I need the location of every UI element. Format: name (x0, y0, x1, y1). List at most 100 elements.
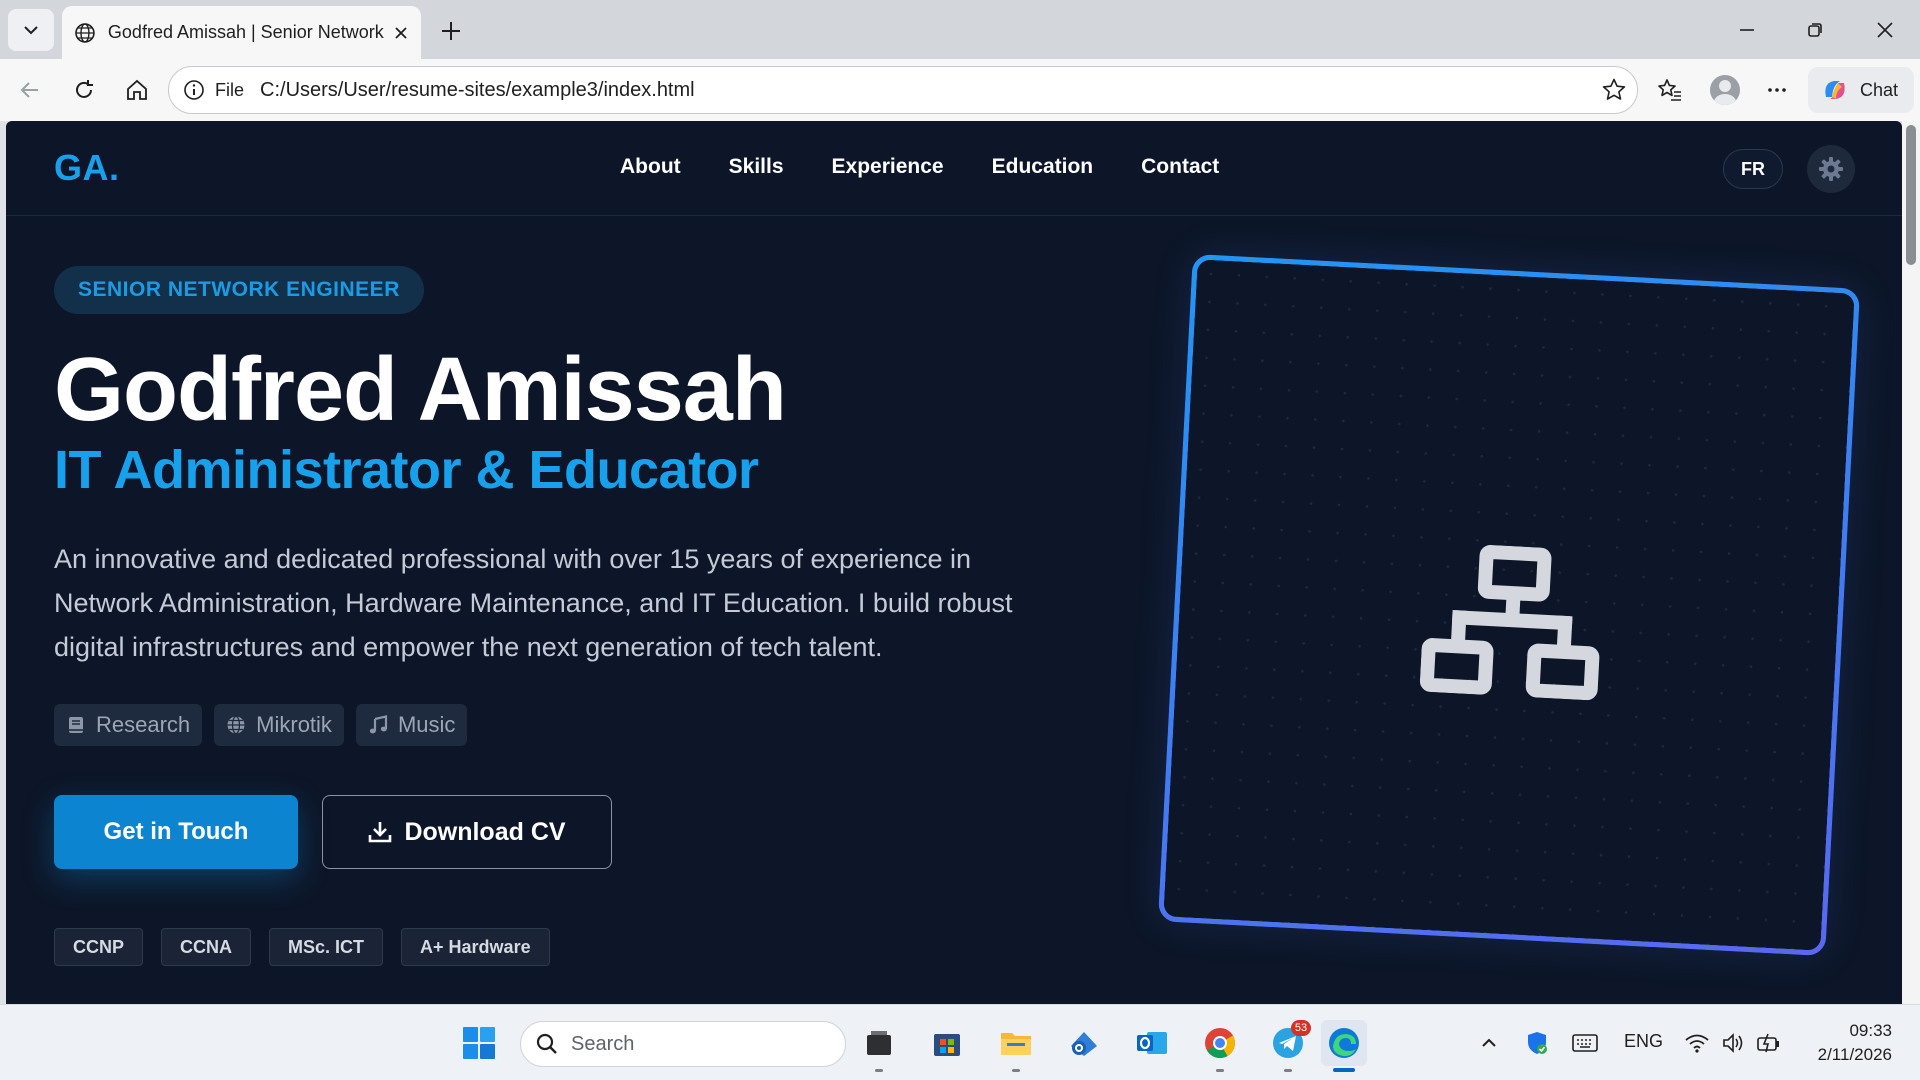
interest-label: Research (96, 712, 191, 737)
copilot-chat-button[interactable]: Chat (1808, 67, 1914, 113)
interest-label: Music (397, 712, 456, 737)
chat-label: Chat (1860, 79, 1899, 100)
taskbar-search-box[interactable]: Search (520, 1021, 846, 1067)
tab-title: Godfred Amissah | Senior Network Enginee… (107, 22, 387, 42)
language-toggle-button[interactable]: FR (1723, 149, 1783, 189)
restore-button[interactable] (1792, 10, 1838, 50)
clock-time: 09:33 (1849, 1021, 1892, 1040)
taskbar-app-outlook[interactable] (1129, 1020, 1175, 1066)
download-cv-button[interactable]: Download CV (322, 795, 612, 869)
more-menu-button[interactable] (1757, 70, 1797, 110)
site-logo[interactable]: GA. (54, 147, 120, 189)
input-language-indicator[interactable]: ENG (1624, 1031, 1663, 1052)
back-button[interactable] (10, 70, 50, 110)
taskbar-app-telegram[interactable]: 53 (1265, 1020, 1311, 1072)
certification-list: CCNP CCNA MSc. ICT A+ Hardware (54, 928, 568, 966)
nav-link-about[interactable]: About (620, 155, 681, 179)
nav-link-contact[interactable]: Contact (1141, 155, 1219, 179)
avatar (1710, 75, 1740, 105)
windows-taskbar: Search 53 ENG 09:33 2/11/2026 (0, 1004, 1920, 1080)
battery-charging-icon (1757, 1033, 1779, 1053)
tab-close-button[interactable] (393, 25, 409, 41)
favorites-list-icon (1658, 79, 1681, 101)
outlook-icon (1137, 1032, 1167, 1054)
show-hidden-icons-button[interactable] (1466, 1020, 1512, 1066)
speaker-icon (1723, 1033, 1743, 1053)
nav-link-skills[interactable]: Skills (729, 155, 784, 179)
interest-tags: Research Mikrotik Music (54, 704, 479, 746)
nav-link-education[interactable]: Education (992, 155, 1094, 179)
edge-icon (1329, 1028, 1359, 1058)
home-icon (127, 79, 147, 100)
get-in-touch-button[interactable]: Get in Touch (54, 795, 298, 869)
plus-icon (442, 22, 460, 40)
taskbar-app-chrome[interactable] (1197, 1020, 1243, 1072)
running-indicator (1284, 1069, 1292, 1072)
chevron-down-icon (24, 26, 38, 35)
site-header: GA. About Skills Experience Education Co… (6, 121, 1902, 216)
keyboard-icon (1572, 1034, 1598, 1052)
security-tray-button[interactable] (1514, 1020, 1560, 1066)
taskbar-app-file-explorer[interactable] (993, 1020, 1039, 1072)
chrome-icon (1205, 1028, 1236, 1059)
address-bar[interactable]: File C:/Users/User/resume-sites/example3… (168, 66, 1638, 114)
interest-tag-research: Research (54, 704, 203, 746)
taskbar-app-store[interactable] (924, 1020, 970, 1066)
network-icon (1419, 544, 1600, 701)
restore-icon (1808, 23, 1822, 37)
browser-toolbar: File C:/Users/User/resume-sites/example3… (0, 59, 1920, 121)
start-button[interactable] (456, 1020, 502, 1066)
close-icon (395, 26, 407, 39)
close-window-button[interactable] (1862, 10, 1908, 50)
favorite-button[interactable] (1601, 77, 1627, 108)
page-scrollbar[interactable] (1902, 121, 1920, 1004)
cert-badge: MSc. ICT (269, 928, 384, 966)
reload-button[interactable] (64, 70, 104, 110)
wifi-icon (1685, 1034, 1709, 1053)
more-horizontal-icon (1768, 88, 1786, 92)
download-cv-label: Download CV (404, 817, 566, 846)
hero-role: IT Administrator & Educator (54, 440, 759, 500)
browser-tab-bar: Godfred Amissah | Senior Network Enginee… (0, 0, 1920, 59)
url-text[interactable]: C:/Users/User/resume-sites/example3/inde… (260, 79, 695, 102)
interest-label: Mikrotik (256, 712, 332, 737)
copilot-icon (1825, 81, 1845, 99)
download-icon (369, 822, 392, 843)
music-note-icon (369, 715, 388, 734)
folder-icon (1001, 1033, 1031, 1055)
search-icon (536, 1033, 557, 1054)
theme-settings-button[interactable] (1807, 145, 1855, 193)
close-icon (1877, 22, 1893, 38)
nav-link-experience[interactable]: Experience (832, 155, 944, 179)
profile-button[interactable] (1705, 70, 1745, 110)
minimize-button[interactable] (1724, 10, 1770, 50)
battery-tray-button[interactable] (1746, 1020, 1792, 1066)
keyboard-tray-button[interactable] (1562, 1020, 1608, 1066)
tab-actions-menu-button[interactable] (8, 9, 54, 51)
book-icon (69, 717, 83, 733)
cert-badge: A+ Hardware (401, 928, 550, 966)
active-indicator (1333, 1068, 1355, 1072)
system-clock[interactable]: 09:33 2/11/2026 (1806, 1019, 1892, 1067)
star-icon (1602, 78, 1626, 100)
new-tab-button[interactable] (432, 12, 470, 50)
interest-tag-mikrotik: Mikrotik (214, 704, 344, 746)
windows-logo-icon (463, 1027, 495, 1059)
globe-icon (75, 22, 95, 43)
store-icon (934, 1034, 960, 1056)
favorites-button[interactable] (1650, 70, 1690, 110)
hero-visual-frame (1157, 253, 1861, 957)
info-icon[interactable] (183, 79, 205, 101)
browser-tab-active[interactable]: Godfred Amissah | Senior Network Enginee… (62, 6, 421, 59)
taskbar-app-copilot-outlook[interactable] (1061, 1020, 1107, 1066)
taskbar-app-edge[interactable] (1321, 1020, 1367, 1072)
reload-icon (76, 80, 93, 98)
mail-app-icon (1071, 1032, 1097, 1056)
home-button[interactable] (117, 70, 157, 110)
chevron-up-icon (1482, 1038, 1496, 1047)
scrollbar-thumb[interactable] (1906, 125, 1916, 265)
running-indicator (1216, 1069, 1224, 1072)
running-indicator (1012, 1069, 1020, 1072)
url-scheme-label: File (215, 79, 245, 100)
taskbar-app-task-view[interactable] (856, 1020, 902, 1072)
